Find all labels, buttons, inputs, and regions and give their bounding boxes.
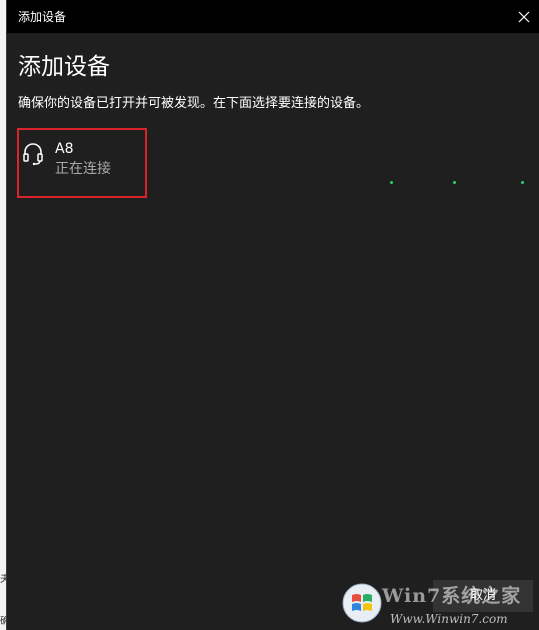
progress-dot <box>390 181 393 184</box>
device-name: A8 <box>55 141 74 157</box>
title-bar[interactable]: 添加设备 <box>7 0 539 33</box>
cancel-button[interactable]: 取消 <box>433 580 533 612</box>
window-title: 添加设备 <box>18 10 67 24</box>
close-button[interactable] <box>507 0 539 33</box>
close-icon <box>518 11 529 22</box>
add-device-dialog: 添加设备 添加设备 确保你的设备已打开并可被发现。在下面选择要连接的设备。 A8… <box>6 0 539 630</box>
device-list-item[interactable]: A8 正在连接 <box>17 128 147 198</box>
progress-dot <box>521 181 524 184</box>
desktop-background: 夫 确 添加设备 添加设备 确保你的设备已打开并可被发现。在下面选择要连接的设备… <box>0 0 539 630</box>
progress-dot <box>453 181 456 184</box>
headset-icon <box>23 143 43 166</box>
instruction-text: 确保你的设备已打开并可被发现。在下面选择要连接的设备。 <box>18 96 370 111</box>
device-status: 正在连接 <box>55 161 111 177</box>
page-title: 添加设备 <box>18 54 110 80</box>
